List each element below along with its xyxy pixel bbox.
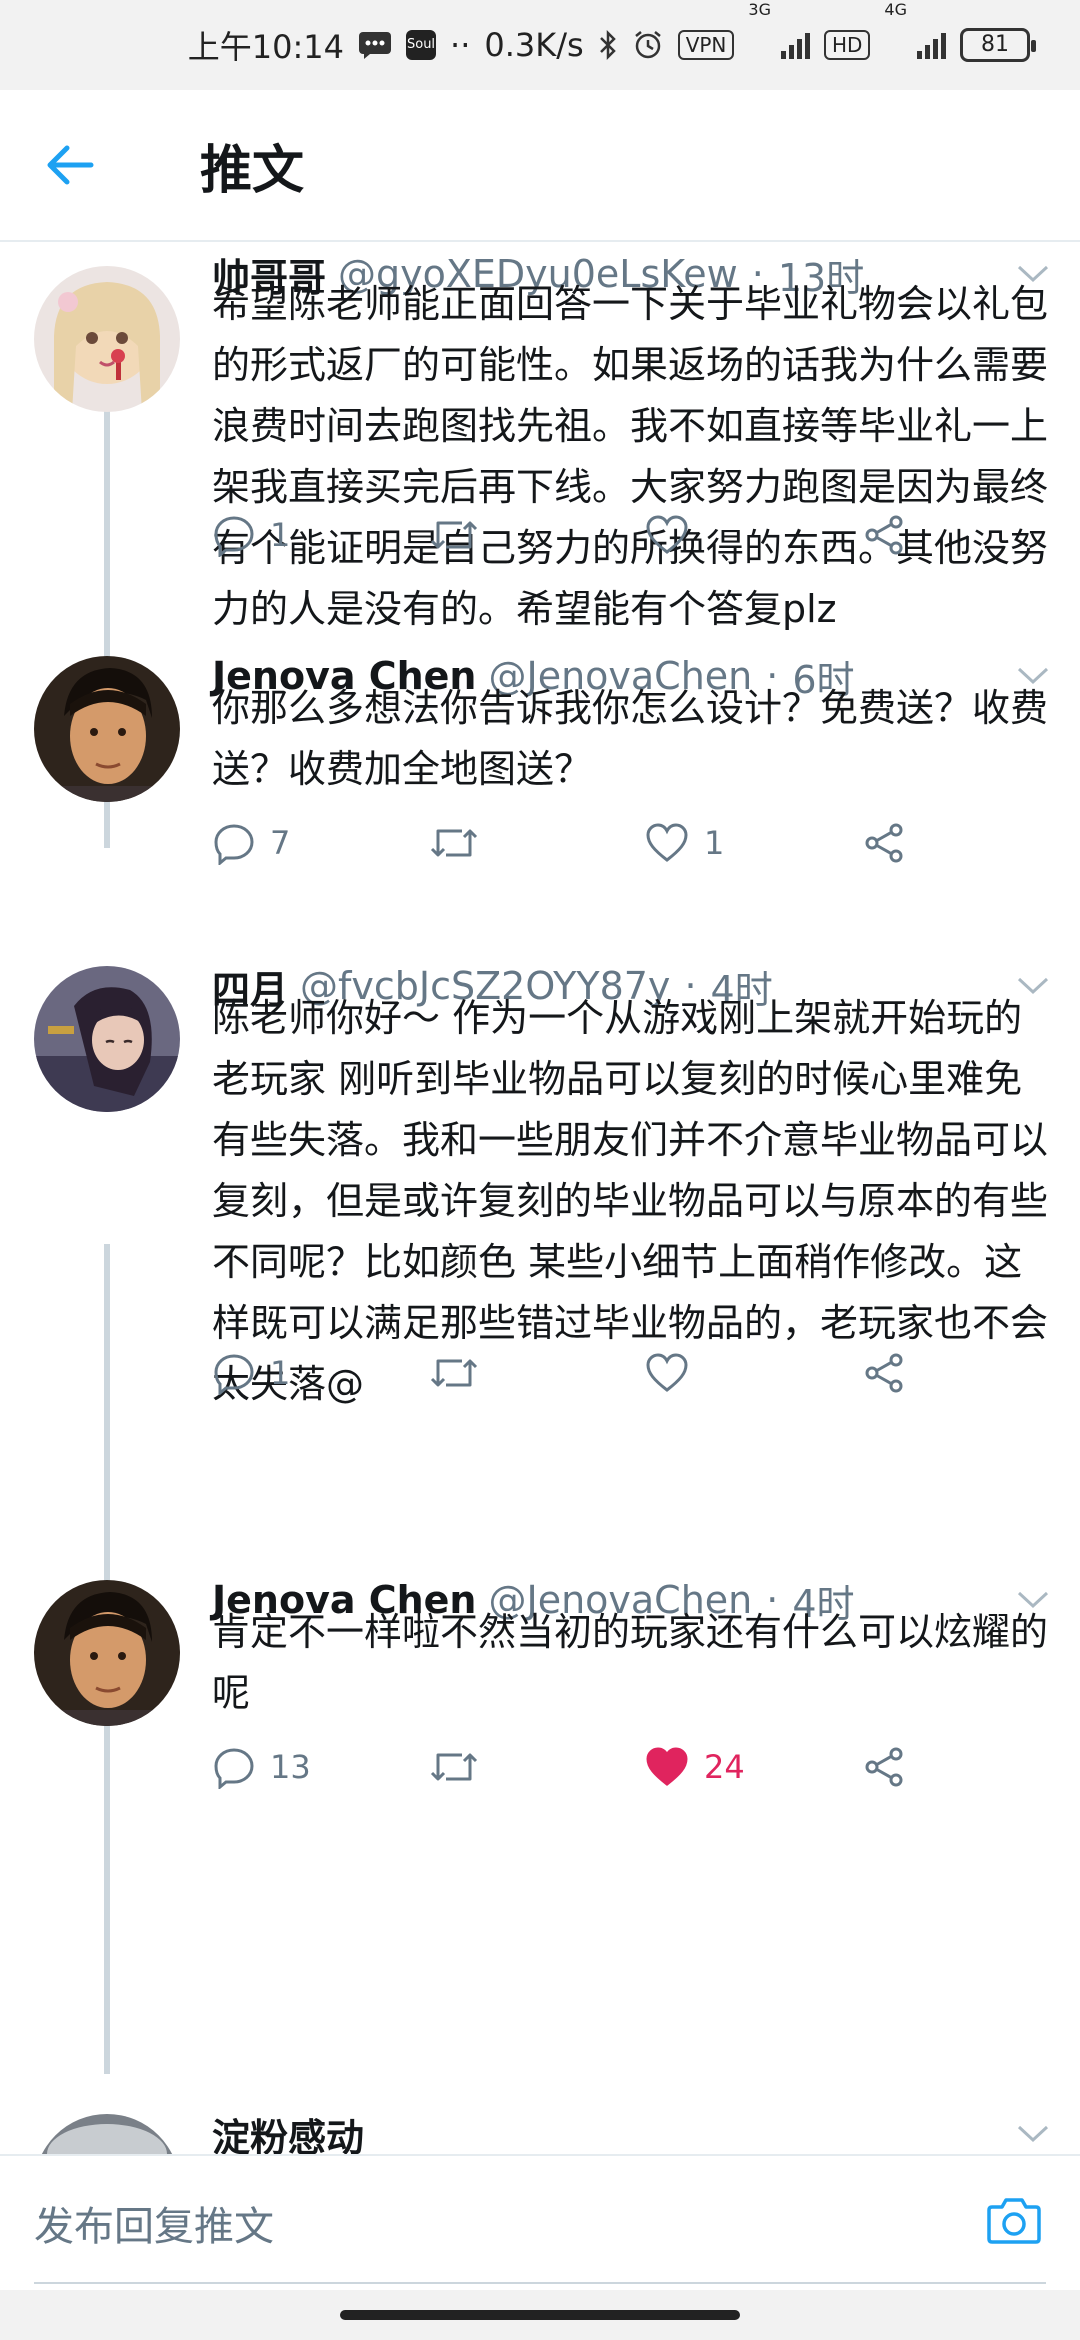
retweet-button[interactable] — [428, 1338, 494, 1408]
comment-icon — [214, 1354, 254, 1395]
arrow-left-icon — [47, 145, 94, 185]
tweet-actions: 1 — [212, 500, 1032, 570]
comment-icon — [214, 1748, 254, 1789]
reply-button[interactable]: 13 — [212, 1732, 311, 1802]
avatar[interactable] — [34, 656, 180, 802]
battery-icon: 81 — [960, 28, 1036, 62]
heart-icon — [646, 515, 688, 554]
share-icon — [865, 1353, 903, 1393]
message-icon — [358, 31, 392, 59]
share-button[interactable] — [862, 1338, 906, 1408]
thread-connector — [104, 1244, 110, 1606]
like-count: 1 — [704, 824, 725, 862]
tweet-actions: 13 24 — [212, 1732, 1032, 1802]
alarm-icon — [632, 29, 664, 61]
home-indicator[interactable] — [340, 2310, 740, 2320]
status-bar: 上午10:14 Soul ·· 0.3K/s VPN 3G HD 4G 81 — [0, 0, 1080, 90]
vpn-badge: VPN — [677, 30, 735, 60]
share-button[interactable] — [862, 1732, 906, 1802]
tweet-text: 你那么多想法你告诉我你怎么设计？免费送？收费送？收费加全地图送？ — [212, 686, 1049, 791]
retweet-button[interactable] — [428, 808, 494, 878]
app-header: 推文 — [0, 90, 1080, 242]
retweet-icon — [430, 829, 478, 857]
share-button[interactable] — [862, 808, 906, 878]
tweet-header: 淀粉感动 — [212, 2104, 1020, 2155]
reply-button[interactable]: 1 — [212, 500, 290, 570]
status-time: 上午10:14 — [187, 28, 345, 66]
reply-button[interactable]: 1 — [212, 1338, 290, 1408]
signal-icon-2 — [917, 31, 946, 59]
tweet-actions: 1 — [212, 1338, 1032, 1408]
heart-icon — [646, 1353, 688, 1392]
reply-composer: 发布回复推文 — [0, 2154, 1080, 2290]
display-name[interactable]: 淀粉感动 — [212, 2107, 364, 2155]
avatar[interactable] — [34, 266, 180, 412]
camera-button[interactable] — [982, 2188, 1046, 2252]
share-button[interactable] — [862, 500, 906, 570]
like-button[interactable] — [644, 1338, 704, 1408]
system-nav-bar — [0, 2290, 1080, 2340]
like-count: 24 — [704, 1748, 745, 1786]
net-speed: 0.3K/s — [484, 26, 584, 64]
tweet-thread: 帅哥哥 @gyoXEDyu0eLsKew · 13时 希望陈老师能正面回答一下关… — [0, 244, 1080, 2154]
soul-app-icon: Soul — [406, 30, 437, 60]
reply-count: 1 — [270, 516, 291, 554]
retweet-button[interactable] — [428, 500, 494, 570]
tweet-menu-button[interactable] — [1008, 2104, 1058, 2154]
reply-count: 7 — [270, 824, 291, 862]
heart-filled-icon — [646, 1747, 688, 1786]
tweet-text: 希望陈老师能正面回答一下关于毕业礼物会以礼包的形式返厂的可能性。如果返场的话我为… — [212, 282, 1049, 631]
tweet-text: 肯定不一样啦不然当初的玩家还有什么可以炫耀的呢 — [212, 1610, 1049, 1715]
page-title: 推文 — [200, 140, 305, 201]
hd-badge: HD — [823, 30, 871, 60]
reply-count: 1 — [270, 1354, 291, 1392]
signal-icon — [780, 31, 810, 59]
reply-button[interactable]: 7 — [212, 808, 290, 878]
reply-count: 13 — [270, 1748, 311, 1786]
bluetooth-icon — [598, 29, 618, 61]
like-button[interactable]: 1 — [644, 808, 724, 878]
retweet-button[interactable] — [428, 1732, 494, 1802]
share-icon — [865, 515, 903, 555]
like-button[interactable]: 24 — [644, 1732, 745, 1802]
retweet-icon — [430, 1753, 478, 1781]
avatar[interactable] — [34, 1580, 180, 1726]
tweet-actions: 7 1 — [212, 808, 1032, 878]
net-type-2: 4G — [884, 0, 907, 19]
retweet-icon — [430, 521, 478, 549]
reply-input-underline — [34, 2282, 1046, 2284]
reply-input[interactable]: 发布回复推文 — [34, 2194, 274, 2252]
camera-icon — [987, 2198, 1041, 2244]
share-icon — [865, 823, 903, 863]
comment-icon — [214, 516, 254, 557]
like-button[interactable] — [644, 500, 704, 570]
avatar[interactable] — [34, 966, 180, 1112]
retweet-icon — [430, 1359, 478, 1387]
heart-icon — [646, 823, 688, 862]
chevron-down-icon — [1017, 2125, 1049, 2143]
net-type-1: 3G — [748, 0, 771, 19]
share-icon — [865, 1747, 903, 1787]
more-notifications-icon: ·· — [450, 26, 471, 64]
comment-icon — [214, 824, 254, 865]
avatar[interactable] — [34, 2114, 180, 2154]
back-button[interactable] — [0, 89, 140, 241]
